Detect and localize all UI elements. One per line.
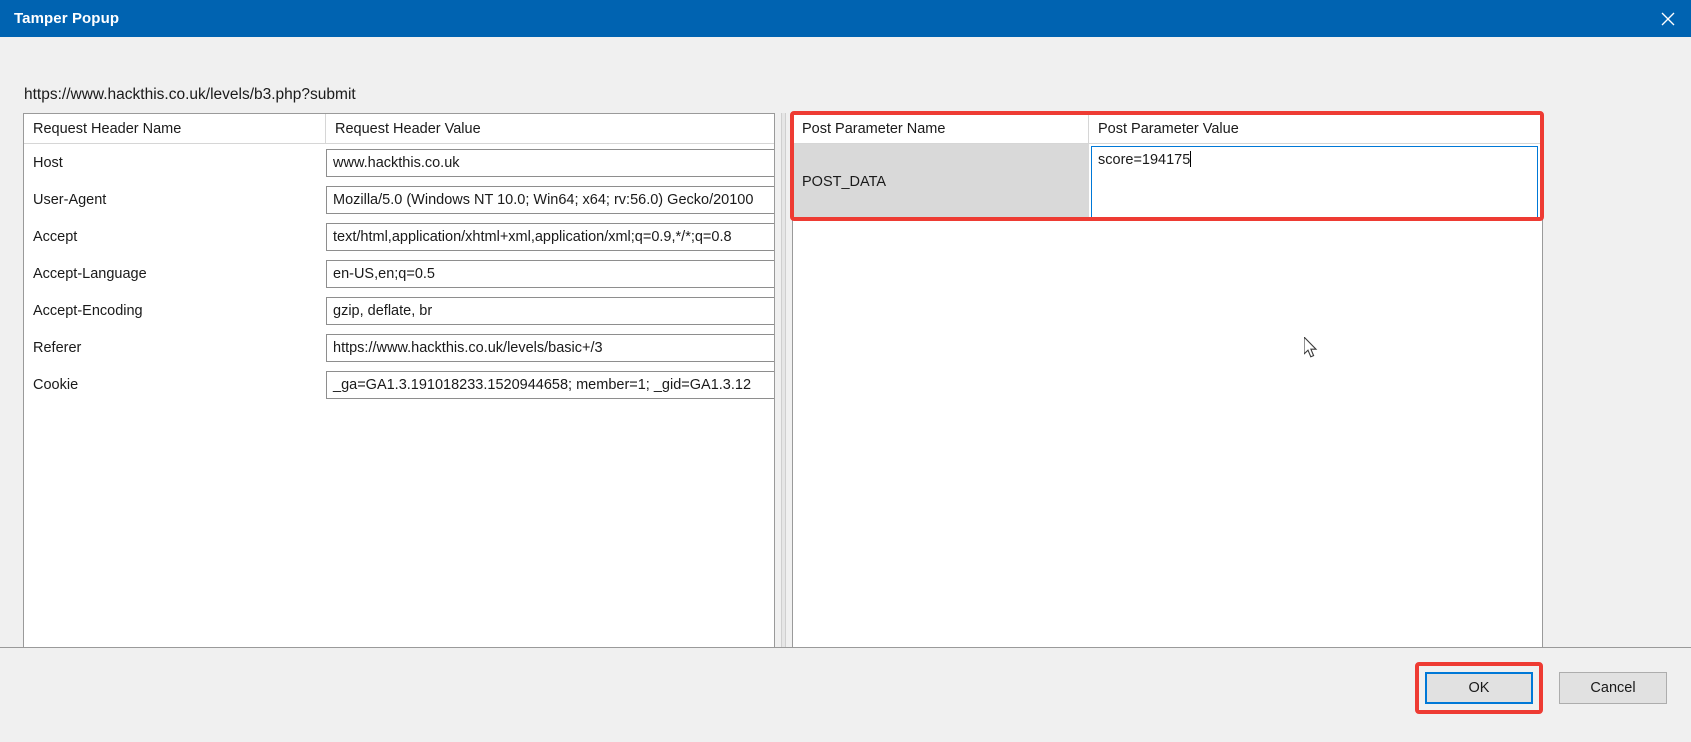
header-name: Referer — [33, 339, 82, 356]
request-url: https://www.hackthis.co.uk/levels/b3.php… — [24, 86, 356, 103]
header-value-cell: https://www.hackthis.co.uk/levels/basic+… — [326, 333, 774, 362]
post-parameter-value-input[interactable]: score=194175 — [1091, 146, 1538, 218]
text-caret — [1190, 151, 1192, 167]
header-name: User-Agent — [33, 191, 107, 208]
footer-buttons: OK Cancel — [1415, 662, 1667, 714]
post-parameter-value-cell: score=194175 — [1089, 144, 1542, 220]
request-header-value-column-header: Request Header Value — [335, 120, 481, 137]
header-value-input[interactable]: _ga=GA1.3.191018233.1520944658; member=1… — [326, 370, 774, 399]
table-row[interactable]: User-Agent Mozilla/5.0 (Windows NT 10.0;… — [24, 181, 774, 218]
header-value-input[interactable]: en-US,en;q=0.5 — [326, 259, 774, 288]
header-value-cell: en-US,en;q=0.5 — [326, 259, 774, 288]
table-row[interactable]: Referer https://www.hackthis.co.uk/level… — [24, 329, 774, 366]
post-parameter-value-text: score=194175 — [1098, 152, 1191, 168]
table-row[interactable]: POST_DATA score=194175 — [793, 144, 1542, 220]
header-value-input[interactable]: www.hackthis.co.uk — [326, 148, 774, 177]
cancel-button[interactable]: Cancel — [1559, 672, 1667, 704]
ok-button[interactable]: OK — [1425, 672, 1533, 704]
ok-button-highlight-annotation: OK — [1415, 662, 1543, 714]
header-value-cell: www.hackthis.co.uk — [326, 148, 774, 177]
panel-splitter[interactable] — [781, 113, 786, 658]
window-title: Tamper Popup — [14, 10, 120, 27]
post-parameter-name-column-header: Post Parameter Name — [793, 114, 1089, 143]
header-value-input[interactable]: https://www.hackthis.co.uk/levels/basic+… — [326, 333, 774, 362]
header-value-cell: text/html,application/xhtml+xml,applicat… — [326, 222, 774, 251]
request-headers-panel: Request Header Name Request Header Value… — [23, 113, 775, 660]
request-headers-rows: Host www.hackthis.co.uk User-Agent Mozil… — [24, 144, 774, 403]
header-name: Accept-Language — [33, 265, 147, 282]
table-row[interactable]: Cookie _ga=GA1.3.191018233.1520944658; m… — [24, 366, 774, 403]
table-row[interactable]: Host www.hackthis.co.uk — [24, 144, 774, 181]
post-parameters-rows: POST_DATA score=194175 — [793, 144, 1542, 220]
dialog-body: https://www.hackthis.co.uk/levels/b3.php… — [0, 37, 1691, 742]
header-value-cell: Mozilla/5.0 (Windows NT 10.0; Win64; x64… — [326, 185, 774, 214]
header-value-input[interactable]: Mozilla/5.0 (Windows NT 10.0; Win64; x64… — [326, 185, 774, 214]
header-value-cell: gzip, deflate, br — [326, 296, 774, 325]
header-name: Host — [33, 154, 63, 171]
close-button[interactable] — [1645, 0, 1691, 37]
table-row[interactable]: Accept text/html,application/xhtml+xml,a… — [24, 218, 774, 255]
close-icon — [1661, 12, 1675, 26]
post-parameter-value-column-header: Post Parameter Value — [1098, 120, 1239, 137]
header-value-input[interactable]: gzip, deflate, br — [326, 296, 774, 325]
request-header-name-column-header: Request Header Name — [24, 114, 326, 143]
request-headers-header-row: Request Header Name Request Header Value — [24, 114, 774, 144]
tamper-popup-window: Tamper Popup https://www.hackthis.co.uk/… — [0, 0, 1691, 742]
dialog-footer: OK Cancel — [0, 647, 1691, 742]
header-name: Accept-Encoding — [33, 302, 143, 319]
table-row[interactable]: Accept-Language en-US,en;q=0.5 — [24, 255, 774, 292]
header-name: Cookie — [33, 376, 79, 393]
post-parameter-name: POST_DATA — [793, 144, 1089, 220]
header-name: Accept — [33, 228, 78, 245]
post-parameters-header-row: Post Parameter Name Post Parameter Value — [793, 114, 1542, 144]
post-parameters-panel: Post Parameter Name Post Parameter Value… — [792, 113, 1543, 660]
header-value-input[interactable]: text/html,application/xhtml+xml,applicat… — [326, 222, 774, 251]
post-parameters-wrapper: Post Parameter Name Post Parameter Value… — [790, 111, 1548, 662]
header-value-cell: _ga=GA1.3.191018233.1520944658; member=1… — [326, 370, 774, 399]
table-row[interactable]: Accept-Encoding gzip, deflate, br — [24, 292, 774, 329]
title-bar: Tamper Popup — [0, 0, 1691, 37]
